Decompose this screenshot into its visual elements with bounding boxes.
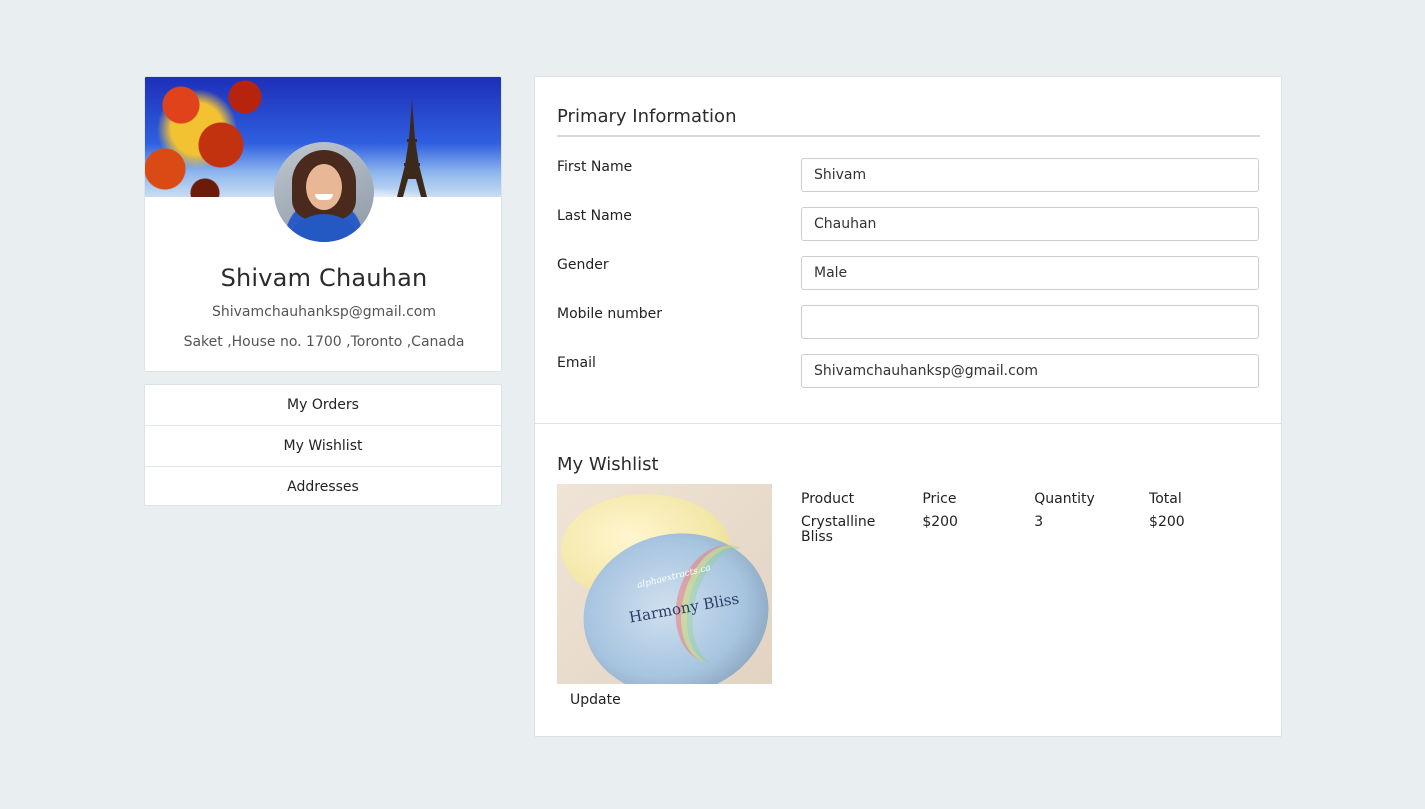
last-name-label: Last Name xyxy=(557,208,632,224)
table-row: Crystalline Bliss $200 3 $200 xyxy=(801,515,1261,545)
product-name-cell[interactable]: Crystalline Bliss xyxy=(801,515,922,545)
first-name-field[interactable] xyxy=(801,158,1259,192)
update-button[interactable]: Update xyxy=(570,692,621,708)
mobile-number-field[interactable] xyxy=(801,305,1259,339)
avatar-shirt xyxy=(284,214,364,242)
column-header-product: Product xyxy=(801,491,855,507)
primary-information-title: Primary Information xyxy=(557,106,737,127)
sidebar-item-my-orders[interactable]: My Orders xyxy=(145,385,501,426)
price-cell: $200 xyxy=(922,514,958,530)
sidebar-item-addresses[interactable]: Addresses xyxy=(145,467,501,507)
wishlist-table: Product Price Quantity Total Crystalline… xyxy=(801,491,1261,545)
product-image[interactable]: alphaextracts.ca Harmony Bliss xyxy=(557,484,772,684)
column-header-quantity: Quantity xyxy=(1034,491,1095,507)
mobile-number-label: Mobile number xyxy=(557,306,663,322)
email-label: Email xyxy=(557,355,596,371)
account-menu: My Orders My Wishlist Addresses xyxy=(144,384,502,506)
wishlist-title: My Wishlist xyxy=(557,454,659,475)
profile-name: Shivam Chauhan xyxy=(220,264,428,292)
gender-field[interactable] xyxy=(801,256,1259,290)
profile-card: Shivam Chauhan Shivamchauhanksp@gmail.co… xyxy=(144,76,502,372)
last-name-field[interactable] xyxy=(801,207,1259,241)
first-name-label: First Name xyxy=(557,159,633,175)
profile-email: Shivamchauhanksp@gmail.com xyxy=(211,304,437,320)
gender-label: Gender xyxy=(557,257,609,273)
profile-address: Saket ,House no. 1700 ,Toronto ,Canada xyxy=(183,334,465,350)
sidebar-item-my-wishlist[interactable]: My Wishlist xyxy=(145,426,501,467)
avatar[interactable] xyxy=(274,142,374,242)
column-header-total: Total xyxy=(1149,491,1182,507)
autumn-leaves-decoration xyxy=(145,77,285,197)
title-divider xyxy=(557,135,1260,137)
eiffel-tower-icon xyxy=(397,99,427,197)
section-divider xyxy=(535,423,1281,424)
email-field[interactable] xyxy=(801,354,1259,388)
total-cell: $200 xyxy=(1149,514,1185,530)
table-header-row: Product Price Quantity Total xyxy=(801,491,1261,515)
quantity-cell: 3 xyxy=(1034,514,1044,530)
main-card: Primary Information First Name Last Name… xyxy=(534,76,1282,737)
column-header-price: Price xyxy=(922,491,957,507)
avatar-face xyxy=(306,164,342,210)
